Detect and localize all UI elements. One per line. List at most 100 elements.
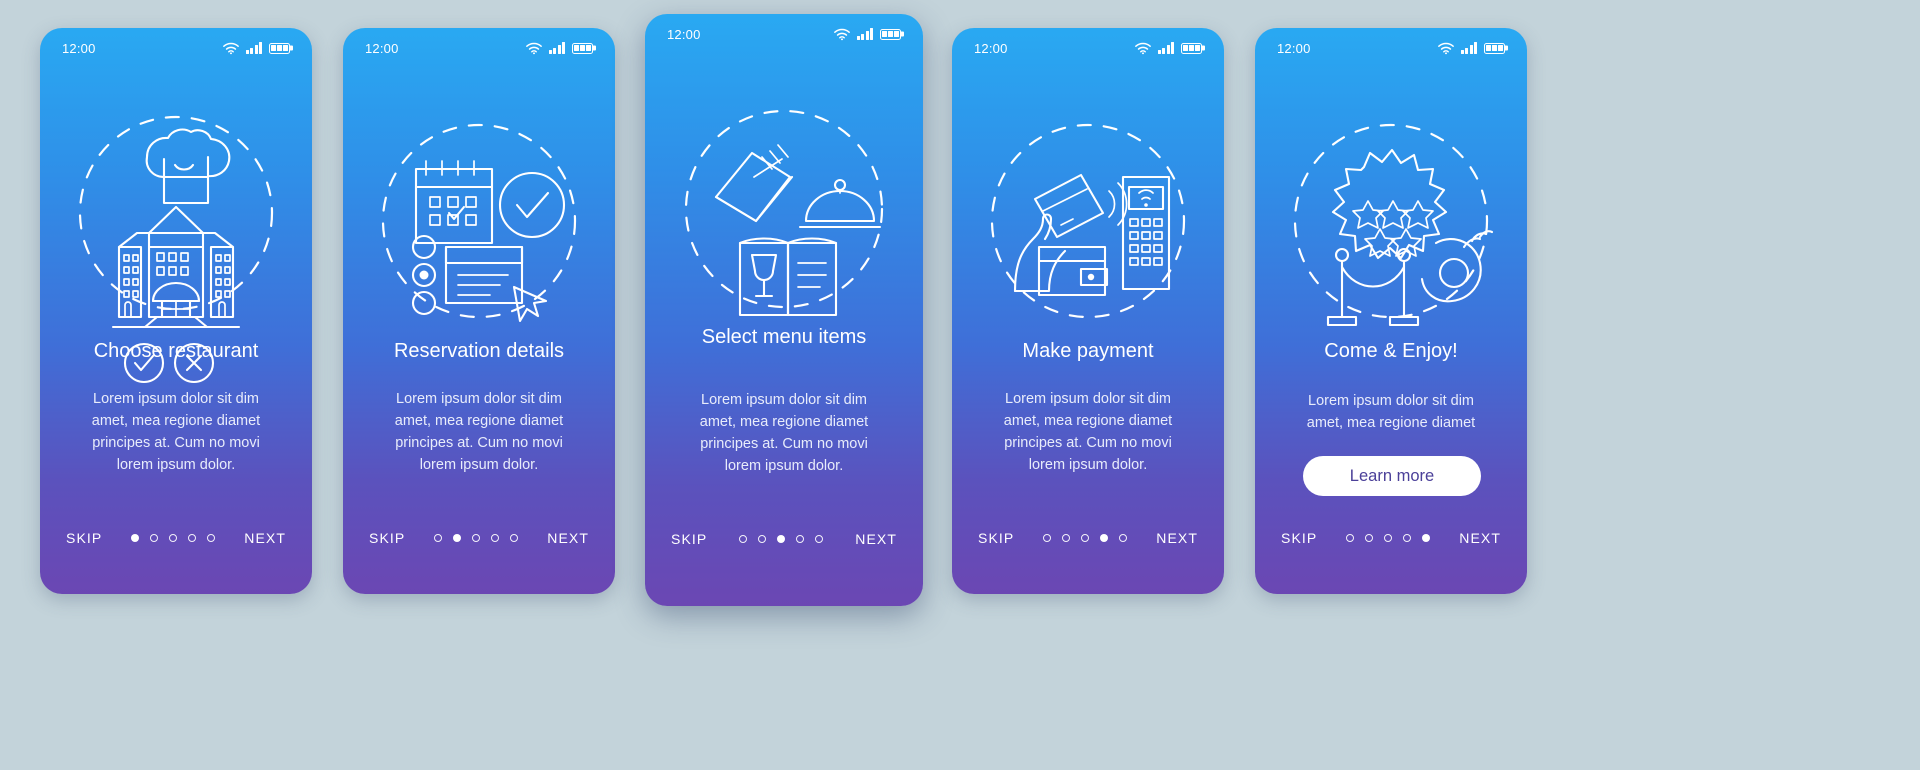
next-button[interactable]: NEXT xyxy=(1459,530,1501,546)
status-bar-clock: 12:00 xyxy=(365,40,399,56)
learn-more-button[interactable]: Learn more xyxy=(1303,456,1481,496)
bottom-nav: SKIP NEXT xyxy=(343,523,615,553)
step-dot-3[interactable] xyxy=(1384,534,1393,542)
status-bar-clock: 12:00 xyxy=(1277,40,1311,56)
skip-button[interactable]: SKIP xyxy=(978,530,1014,546)
step-dot-1[interactable] xyxy=(434,534,443,542)
bottom-nav: SKIP NEXT xyxy=(1255,523,1527,553)
cellular-signal-icon xyxy=(1157,42,1174,54)
wifi-icon xyxy=(525,42,542,54)
next-button[interactable]: NEXT xyxy=(244,530,286,546)
status-bar: 12:00 xyxy=(952,28,1224,68)
cutlery-cloche-menu-book-icon xyxy=(684,109,884,316)
status-bar: 12:00 xyxy=(1255,28,1527,68)
screen-body-text: Lorem ipsum dolor sit dim amet, mea regi… xyxy=(91,391,261,474)
step-dot-2[interactable] xyxy=(453,534,462,542)
step-dot-5[interactable] xyxy=(1422,534,1431,542)
wifi-icon xyxy=(1134,42,1151,54)
status-bar: 12:00 xyxy=(40,28,312,68)
status-bar-icons xyxy=(1134,42,1202,55)
battery-icon xyxy=(1181,42,1202,54)
step-dot-5[interactable] xyxy=(207,534,216,542)
wifi-icon xyxy=(833,28,850,40)
step-dot-3[interactable] xyxy=(472,534,481,542)
step-dot-4[interactable] xyxy=(491,534,500,542)
onboarding-card-choose-restaurant[interactable]: 12:00 Choose restaurant Lorem ipsum dolo… xyxy=(40,28,312,594)
skip-button[interactable]: SKIP xyxy=(1281,530,1317,546)
next-button[interactable]: NEXT xyxy=(547,530,589,546)
step-dot-4[interactable] xyxy=(1403,534,1412,542)
skip-button[interactable]: SKIP xyxy=(671,531,707,547)
screen-title: Come & Enjoy! xyxy=(1324,340,1458,362)
step-dot-1[interactable] xyxy=(739,535,748,543)
screen-title: Choose restaurant xyxy=(93,340,259,362)
step-dots xyxy=(739,535,824,543)
bottom-nav: SKIP NEXT xyxy=(952,523,1224,553)
step-dot-5[interactable] xyxy=(815,535,824,543)
step-dot-5[interactable] xyxy=(510,534,519,542)
contactless-card-terminal-wallet-icon xyxy=(990,123,1186,319)
next-button[interactable]: NEXT xyxy=(855,531,897,547)
step-dot-2[interactable] xyxy=(150,534,159,542)
battery-icon xyxy=(572,42,593,54)
step-dot-2[interactable] xyxy=(758,535,767,543)
step-dot-4[interactable] xyxy=(188,534,197,542)
step-dot-5[interactable] xyxy=(1119,534,1128,542)
bottom-nav: SKIP NEXT xyxy=(40,523,312,553)
step-dot-4[interactable] xyxy=(796,535,805,543)
status-bar-clock: 12:00 xyxy=(974,40,1008,56)
illustration-enjoy xyxy=(1255,90,1527,340)
step-dot-3[interactable] xyxy=(1081,534,1090,542)
step-dot-1[interactable] xyxy=(131,534,140,542)
cellular-signal-icon xyxy=(1460,42,1477,54)
skip-button[interactable]: SKIP xyxy=(369,530,405,546)
status-bar-clock: 12:00 xyxy=(62,40,96,56)
step-dot-2[interactable] xyxy=(1365,534,1374,542)
illustration-menu xyxy=(645,76,923,331)
screen-body-text: Lorem ipsum dolor sit dim amet, mea regi… xyxy=(1003,391,1173,474)
onboarding-card-select-menu-items[interactable]: 12:00 Select menu items Lorem ipsum dolo… xyxy=(645,14,923,606)
calendar-checkmark-form-cursor-icon xyxy=(381,123,577,323)
step-dots xyxy=(1346,534,1431,542)
status-bar-icons xyxy=(525,42,593,55)
status-bar: 12:00 xyxy=(343,28,615,68)
step-dots xyxy=(131,534,216,542)
illustration-payment xyxy=(952,90,1224,340)
screen-title: Select menu items xyxy=(701,326,867,348)
step-dot-1[interactable] xyxy=(1043,534,1052,542)
onboarding-screens-canvas: 12:00 Choose restaurant Lorem ipsum dolo… xyxy=(0,0,1920,770)
step-dot-3[interactable] xyxy=(169,534,178,542)
step-dot-2[interactable] xyxy=(1062,534,1071,542)
status-bar-icons xyxy=(1437,42,1505,55)
onboarding-card-come-and-enjoy[interactable]: 12:00 Come & Enjoy! Lorem ipsum dolor si… xyxy=(1255,28,1527,594)
step-dot-1[interactable] xyxy=(1346,534,1355,542)
screen-body-text: Lorem ipsum dolor sit dim amet, mea regi… xyxy=(699,392,869,475)
status-bar-clock: 12:00 xyxy=(667,26,701,42)
cellular-signal-icon xyxy=(548,42,565,54)
status-bar: 12:00 xyxy=(645,14,923,54)
battery-icon xyxy=(880,28,901,40)
step-dots xyxy=(1043,534,1128,542)
bottom-nav: SKIP NEXT xyxy=(645,524,923,554)
screen-title: Reservation details xyxy=(393,340,565,362)
screen-title: Make payment xyxy=(1022,340,1154,362)
illustration-restaurant xyxy=(40,90,312,384)
next-button[interactable]: NEXT xyxy=(1156,530,1198,546)
status-bar-icons xyxy=(222,42,290,55)
step-dots xyxy=(434,534,519,542)
battery-icon xyxy=(269,42,290,54)
screen-body-text: Lorem ipsum dolor sit dim amet, mea regi… xyxy=(1306,393,1476,432)
restaurant-building-chef-hat-icon xyxy=(78,115,274,384)
wifi-icon xyxy=(222,42,239,54)
step-dot-3[interactable] xyxy=(777,535,786,543)
wifi-icon xyxy=(1437,42,1454,54)
onboarding-card-make-payment[interactable]: 12:00 Make payment Lorem ipsum dolor sit… xyxy=(952,28,1224,594)
screen-body-text: Lorem ipsum dolor sit dim amet, mea regi… xyxy=(394,391,564,474)
step-dot-4[interactable] xyxy=(1100,534,1109,542)
skip-button[interactable]: SKIP xyxy=(66,530,102,546)
cellular-signal-icon xyxy=(245,42,262,54)
star-badge-velvet-rope-ok-hand-icon xyxy=(1293,123,1494,327)
onboarding-card-reservation-details[interactable]: 12:00 Reservation details Lorem ipsum do… xyxy=(343,28,615,594)
battery-icon xyxy=(1484,42,1505,54)
illustration-reservation xyxy=(343,90,615,340)
